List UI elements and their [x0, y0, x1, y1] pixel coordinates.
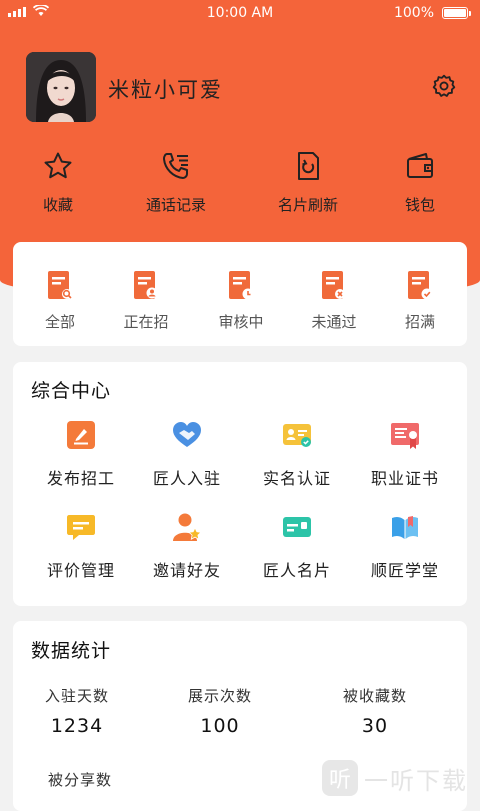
status-bar: 10:00 AM 100% [0, 0, 480, 26]
stat-favorited: 被收藏数 30 [320, 685, 430, 737]
doc-recruiting-icon [134, 271, 158, 299]
star-icon [44, 152, 72, 179]
service-academy[interactable]: 顺匠学堂 [350, 512, 460, 581]
battery-icon [442, 7, 471, 19]
business-card-icon [283, 517, 311, 537]
doc-search-icon [48, 271, 72, 299]
avatar[interactable] [26, 52, 96, 122]
quick-label: 名片刷新 [277, 196, 338, 214]
quick-label: 钱包 [404, 196, 435, 214]
watermark-logo-icon: 听 [322, 760, 358, 796]
service-label: 顺匠学堂 [370, 561, 439, 580]
user-name: 米粒小可爱 [108, 78, 223, 102]
service-center-card: 综合中心 发布招工 匠人入驻 实名认证 职业证书 评价管理 邀请好友 匠人名片 … [13, 362, 467, 606]
stat-label: 展示次数 [187, 687, 252, 705]
section-title: 综合中心 [31, 380, 112, 402]
status-label: 招满 [404, 313, 435, 331]
quick-wallet[interactable]: 钱包 [386, 150, 454, 215]
certificate-icon [391, 423, 419, 449]
section-title: 数据统计 [31, 640, 112, 662]
service-label: 实名认证 [262, 469, 331, 488]
stat-label: 被收藏数 [342, 687, 407, 705]
service-post-job[interactable]: 发布招工 [26, 420, 136, 489]
quick-label: 收藏 [42, 196, 73, 214]
status-label: 全部 [44, 313, 75, 331]
stat-value: 1234 [50, 715, 104, 737]
watermark: 听 一听下载 [322, 760, 468, 796]
doc-clock-icon [229, 271, 254, 300]
status-full[interactable]: 招满 [380, 270, 460, 332]
stat-value: 30 [361, 715, 389, 737]
stat-label: 被分享数 [47, 771, 112, 789]
job-status-card: 全部 正在招 审核中 未通过 招满 [13, 242, 467, 346]
stat-days: 入驻天数 1234 [22, 685, 132, 737]
status-recruiting[interactable]: 正在招 [106, 270, 186, 332]
status-rejected[interactable]: 未通过 [294, 270, 374, 332]
service-label: 匠人入驻 [152, 469, 221, 488]
handshake-icon [173, 422, 201, 447]
comment-icon [67, 515, 95, 540]
stat-views: 展示次数 100 [165, 685, 275, 737]
stat-shared: 被分享数 [25, 769, 135, 799]
stat-label: 入驻天数 [44, 687, 109, 705]
status-label: 未通过 [311, 313, 357, 331]
id-card-icon [283, 424, 311, 447]
status-label: 审核中 [218, 313, 264, 331]
status-reviewing[interactable]: 审核中 [201, 270, 281, 332]
doc-rejected-icon [322, 271, 345, 299]
refresh-card-icon [298, 152, 319, 180]
service-reviews[interactable]: 评价管理 [26, 512, 136, 581]
post-job-icon [67, 421, 95, 449]
book-icon [392, 516, 418, 539]
service-label: 匠人名片 [262, 561, 331, 580]
service-invite[interactable]: 邀请好友 [132, 512, 242, 581]
quick-label: 通话记录 [145, 196, 206, 214]
stat-value: 100 [200, 715, 240, 737]
service-certificate[interactable]: 职业证书 [350, 420, 460, 489]
quick-refresh-card[interactable]: 名片刷新 [266, 150, 350, 215]
service-label: 邀请好友 [152, 561, 221, 580]
service-real-name[interactable]: 实名认证 [242, 420, 352, 489]
watermark-text: 一听下载 [364, 766, 468, 795]
wallet-icon [407, 153, 433, 178]
call-log-icon [163, 153, 188, 179]
service-label: 发布招工 [46, 469, 115, 488]
service-craftsman-join[interactable]: 匠人入驻 [132, 420, 242, 489]
service-label: 职业证书 [370, 469, 439, 488]
quick-favorites[interactable]: 收藏 [22, 150, 94, 215]
battery-percent: 100% [393, 5, 434, 21]
quick-call-log[interactable]: 通话记录 [136, 150, 216, 215]
status-label: 正在招 [123, 313, 169, 331]
doc-check-icon [408, 271, 433, 300]
service-label: 评价管理 [46, 561, 115, 580]
status-all[interactable]: 全部 [20, 270, 100, 332]
invite-friend-icon [173, 513, 202, 541]
service-business-card[interactable]: 匠人名片 [242, 512, 352, 581]
gear-icon[interactable] [431, 73, 457, 99]
